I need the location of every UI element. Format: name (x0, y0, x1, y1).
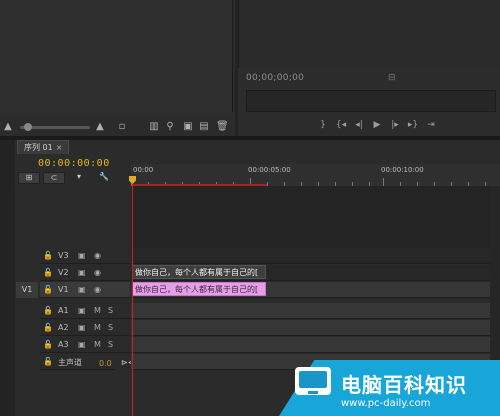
film-icon[interactable]: ▣ (78, 285, 86, 294)
track-name: V3 (58, 251, 69, 260)
play-icon[interactable]: ▶ (370, 118, 384, 132)
fit-icon[interactable]: ⊟ (388, 73, 396, 83)
new-item-icon[interactable]: ▤ (198, 121, 210, 133)
track-lane-a1[interactable] (131, 303, 500, 319)
solo-button[interactable]: S (108, 306, 113, 315)
track-header-a1[interactable]: 🔓 A1 ▣ M S (40, 303, 130, 319)
monitor-logo-screen (299, 371, 327, 388)
lock-icon[interactable]: 🔓 (43, 251, 53, 260)
project-toolbar: ▲ ▲ ▫ ▥ ⚲ ▣ ▤ 🗑 (0, 118, 235, 136)
monitor-screen (238, 0, 500, 68)
tab-sequence-01[interactable]: 序列 01 × (17, 140, 70, 154)
lock-icon[interactable]: 🔓 (43, 268, 53, 277)
insert-icon[interactable]: ⇥ (424, 118, 438, 132)
close-icon[interactable]: × (56, 143, 63, 152)
program-monitor: 00;00;00;00 ⊟ } {◂ ◂| ▶ |▸ ▸} ⇥ (238, 0, 500, 136)
find-icon[interactable]: ⚲ (164, 121, 176, 133)
add-marker-icon[interactable]: ▾ (68, 172, 90, 184)
film-icon[interactable]: ▣ (78, 340, 86, 349)
project-content-area[interactable] (0, 0, 233, 112)
watermark-url: www.pc-daily.com (341, 398, 431, 409)
track-name: A1 (58, 306, 69, 315)
source-patch-v1[interactable]: V1 (16, 282, 38, 298)
new-bin-icon[interactable]: ▣ (182, 121, 194, 133)
step-forward-icon[interactable]: |▸ (388, 118, 402, 132)
clip-v2[interactable]: 做你自己，每个人都有属于自己的[ (132, 265, 266, 279)
timeline-tools: ⊞ ⊂ ▾ 🔧 (18, 172, 115, 186)
solo-button[interactable]: S (108, 323, 113, 332)
track-header-a2[interactable]: 🔓 A2 ▣ M S (40, 320, 130, 336)
master-volume[interactable]: 0.0 (99, 359, 112, 368)
lock-icon[interactable]: 🔓 (43, 306, 53, 315)
tab-label: 序列 01 (24, 143, 53, 152)
zoom-slider-knob[interactable] (24, 123, 32, 131)
lock-icon[interactable]: 🔓 (43, 323, 53, 332)
lock-icon[interactable]: 🔓 (43, 340, 53, 349)
project-panel: ▲ ▲ ▫ ▥ ⚲ ▣ ▤ 🗑 (0, 0, 235, 136)
monitor-scrub-bar[interactable] (246, 90, 496, 112)
eye-icon[interactable]: ◉ (94, 268, 101, 277)
track-headers (15, 188, 131, 416)
solo-button[interactable]: S (108, 340, 113, 349)
film-icon[interactable]: ▣ (78, 306, 86, 315)
watermark: 电脑百科知识 www.pc-daily.com (279, 360, 500, 416)
ruler-label-10: 00:00:10:00 (381, 166, 424, 174)
lock-icon[interactable]: 🔓 (43, 357, 53, 366)
mute-button[interactable]: M (94, 340, 101, 349)
automate-icon[interactable]: ▥ (148, 121, 160, 133)
go-to-out-icon[interactable]: ▸} (406, 118, 420, 132)
clip-v1[interactable]: 做你自己，每个人都有属于自己的[ (132, 282, 266, 296)
watermark-title: 电脑百科知识 (341, 373, 467, 397)
film-icon[interactable]: ▣ (78, 323, 86, 332)
mute-button[interactable]: M (94, 306, 101, 315)
step-back-icon[interactable]: ◂| (352, 118, 366, 132)
track-header-v2[interactable]: 🔓 V2 ▣ ◉ (40, 265, 130, 281)
tools-strip (0, 140, 15, 416)
film-icon[interactable]: ▣ (78, 251, 86, 260)
trash-icon[interactable]: 🗑 (216, 121, 229, 133)
track-lane-a2[interactable] (131, 320, 500, 336)
eye-icon[interactable]: ◉ (94, 251, 101, 260)
eye-icon[interactable]: ◉ (94, 285, 101, 294)
lock-icon[interactable]: 🔓 (43, 285, 53, 294)
transport-controls: } {◂ ◂| ▶ |▸ ▸} ⇥ (246, 118, 496, 132)
track-name: V1 (58, 285, 69, 294)
large-mountain-icon[interactable]: ▲ (94, 121, 106, 133)
freeform-icon[interactable]: ▫ (116, 121, 128, 133)
track-header-a3[interactable]: 🔓 A3 ▣ M S (40, 337, 130, 353)
playhead-timecode[interactable]: 00:00:00:00 (38, 158, 110, 169)
ruler-label-5: 00:00:05:00 (248, 166, 291, 174)
mark-out-icon[interactable]: } (316, 118, 330, 132)
mute-button[interactable]: M (94, 323, 101, 332)
ruler-label-0: 00:00 (133, 166, 154, 174)
monitor-timecode[interactable]: 00;00;00;00 (246, 73, 304, 83)
track-lane-v3[interactable] (131, 248, 500, 264)
track-name: 主声道 (58, 358, 82, 367)
tick (383, 178, 384, 186)
monitor-logo-stand (308, 391, 318, 394)
film-icon[interactable]: ▣ (78, 268, 86, 277)
track-header-v3[interactable]: 🔓 V3 ▣ ◉ (40, 248, 130, 264)
empty-track-area[interactable] (131, 186, 500, 248)
track-name: A2 (58, 323, 69, 332)
track-name: A3 (58, 340, 69, 349)
track-header-v1[interactable]: 🔓 V1 ▣ ◉ (40, 282, 130, 298)
wrench-icon[interactable]: 🔧 (93, 172, 115, 184)
track-name: V2 (58, 268, 69, 277)
playhead-line[interactable] (132, 177, 133, 416)
time-ruler[interactable]: 00:00 00:00:05:00 00:00:10:00 (131, 164, 500, 186)
nest-icon[interactable]: ⊞ (18, 172, 40, 184)
monitor-logo-icon (295, 367, 331, 395)
go-to-in-icon[interactable]: {◂ (334, 118, 348, 132)
track-lane-a3[interactable] (131, 337, 500, 353)
snap-icon[interactable]: ⊂ (43, 172, 65, 184)
small-mountain-icon[interactable]: ▲ (2, 121, 14, 133)
